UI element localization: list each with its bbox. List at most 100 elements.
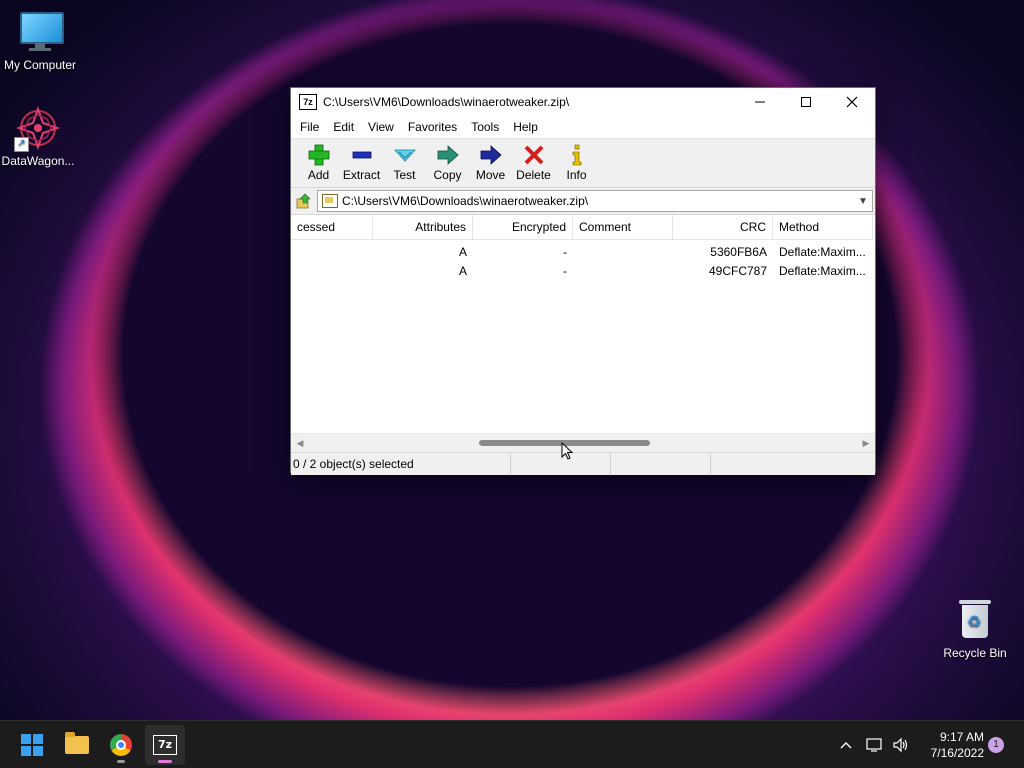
shortcut-arrow-icon: ↗ <box>14 137 29 152</box>
status-packed <box>611 453 711 475</box>
cell-comment <box>573 243 673 262</box>
table-row[interactable]: A - 49CFC787 Deflate:Maxim... <box>291 262 873 281</box>
windows-start-icon <box>21 734 43 756</box>
extract-button[interactable]: Extract <box>340 139 383 182</box>
archive-icon <box>322 194 338 208</box>
menu-favorites[interactable]: Favorites <box>401 116 464 138</box>
cell-attributes: A <box>458 245 467 259</box>
info-label: Info <box>566 168 587 182</box>
delete-label: Delete <box>516 168 551 182</box>
menu-help[interactable]: Help <box>506 116 545 138</box>
horizontal-scrollbar[interactable]: ◀ ▶ <box>291 433 875 452</box>
table-row[interactable]: A - 5360FB6A Deflate:Maxim... <box>291 243 873 262</box>
move-label: Move <box>475 168 506 182</box>
toolbar: Add Extract Test Copy Move Delete Info <box>291 138 875 188</box>
desktop-icon-label: DataWagon... <box>1 154 75 168</box>
address-combobox[interactable]: C:\Users\VM6\Downloads\winaerotweaker.zi… <box>317 190 873 212</box>
cell-encrypted: - <box>563 245 567 259</box>
running-indicator <box>117 760 125 763</box>
column-attributes[interactable]: Attributes <box>373 215 473 239</box>
cell-encrypted: - <box>563 264 567 278</box>
menu-view[interactable]: View <box>361 116 401 138</box>
7zip-icon: 7z <box>153 735 177 755</box>
cell-method: Deflate:Maxim... <box>779 245 866 259</box>
move-button[interactable]: Move <box>469 139 512 182</box>
move-icon <box>480 145 502 165</box>
add-button[interactable]: Add <box>297 139 340 182</box>
up-folder-button[interactable] <box>291 190 317 212</box>
copy-button[interactable]: Copy <box>426 139 469 182</box>
cell-crc: 5360FB6A <box>710 245 767 259</box>
7zip-app-icon: 7z <box>299 94 317 110</box>
minimize-icon <box>755 101 765 103</box>
title-bar[interactable]: 7z C:\Users\VM6\Downloads\winaerotweaker… <box>291 88 875 116</box>
cell-compressed <box>291 262 373 281</box>
chevron-down-icon[interactable]: ▼ <box>854 196 872 207</box>
copy-label: Copy <box>433 168 462 182</box>
cell-crc: 49CFC787 <box>708 264 767 278</box>
clock[interactable]: 9:17 AM 7/16/2022 <box>912 729 984 761</box>
desktop-icon-recycle-bin[interactable]: ♻ Recycle Bin <box>935 598 1015 660</box>
delete-icon <box>524 145 543 165</box>
recycle-bin-icon: ♻ <box>953 598 997 642</box>
network-icon[interactable] <box>866 737 884 753</box>
address-bar: C:\Users\VM6\Downloads\winaerotweaker.zi… <box>291 188 875 215</box>
desktop-icon-label: My Computer <box>3 58 77 72</box>
minimize-button[interactable] <box>737 88 783 116</box>
column-encrypted[interactable]: Encrypted <box>473 215 573 239</box>
extract-icon <box>352 151 371 159</box>
computer-icon <box>18 10 64 54</box>
test-button[interactable]: Test <box>383 139 426 182</box>
taskbar: 7z 9:17 AM 7/16/2022 1 <box>0 720 1024 768</box>
system-tray <box>838 721 910 768</box>
add-icon <box>308 144 329 166</box>
folder-up-icon <box>296 193 311 209</box>
cell-comment <box>573 262 673 281</box>
active-indicator <box>158 760 172 763</box>
menu-file[interactable]: File <box>293 116 326 138</box>
file-list[interactable]: cessed Attributes Encrypted Comment CRC … <box>291 215 875 433</box>
volume-icon[interactable] <box>892 737 910 753</box>
info-icon <box>572 144 581 166</box>
menu-edit[interactable]: Edit <box>326 116 361 138</box>
column-method[interactable]: Method <box>773 215 873 239</box>
maximize-icon <box>801 97 811 107</box>
start-button[interactable] <box>12 725 52 765</box>
mouse-cursor-icon <box>561 442 573 460</box>
test-icon <box>393 149 416 162</box>
datawagon-icon: ↗ <box>14 106 60 152</box>
scroll-left-icon[interactable]: ◀ <box>291 434 309 452</box>
close-button[interactable] <box>829 88 875 116</box>
scroll-right-icon[interactable]: ▶ <box>857 434 875 452</box>
7zip-taskbar-button[interactable]: 7z <box>145 725 185 765</box>
window-title: C:\Users\VM6\Downloads\winaerotweaker.zi… <box>323 95 570 109</box>
chrome-button[interactable] <box>101 725 141 765</box>
address-path[interactable]: C:\Users\VM6\Downloads\winaerotweaker.zi… <box>342 194 854 208</box>
info-button[interactable]: Info <box>555 139 598 182</box>
chrome-icon <box>110 734 132 756</box>
copy-icon <box>437 145 459 165</box>
list-header: cessed Attributes Encrypted Comment CRC … <box>291 215 873 240</box>
cell-method: Deflate:Maxim... <box>779 264 866 278</box>
menu-tools[interactable]: Tools <box>464 116 506 138</box>
7zip-window: 7z C:\Users\VM6\Downloads\winaerotweaker… <box>290 87 876 475</box>
column-crc[interactable]: CRC <box>673 215 773 239</box>
delete-button[interactable]: Delete <box>512 139 555 182</box>
maximize-button[interactable] <box>783 88 829 116</box>
cell-compressed <box>291 243 373 262</box>
cell-attributes: A <box>458 264 467 278</box>
column-comment[interactable]: Comment <box>573 215 673 239</box>
add-label: Add <box>307 168 330 182</box>
clock-date: 7/16/2022 <box>930 746 984 760</box>
test-label: Test <box>393 168 416 182</box>
extract-label: Extract <box>342 168 381 182</box>
desktop-icon-datawagon[interactable]: ↗ DataWagon... <box>0 106 78 168</box>
column-compressed[interactable]: cessed <box>291 215 373 239</box>
chevron-up-icon[interactable] <box>838 737 854 753</box>
notification-badge[interactable]: 1 <box>988 737 1004 753</box>
menu-bar: File Edit View Favorites Tools Help <box>291 116 875 138</box>
file-explorer-button[interactable] <box>57 725 97 765</box>
desktop-icon-my-computer[interactable]: My Computer <box>0 10 80 72</box>
folder-icon <box>65 732 89 754</box>
status-date <box>711 453 811 475</box>
